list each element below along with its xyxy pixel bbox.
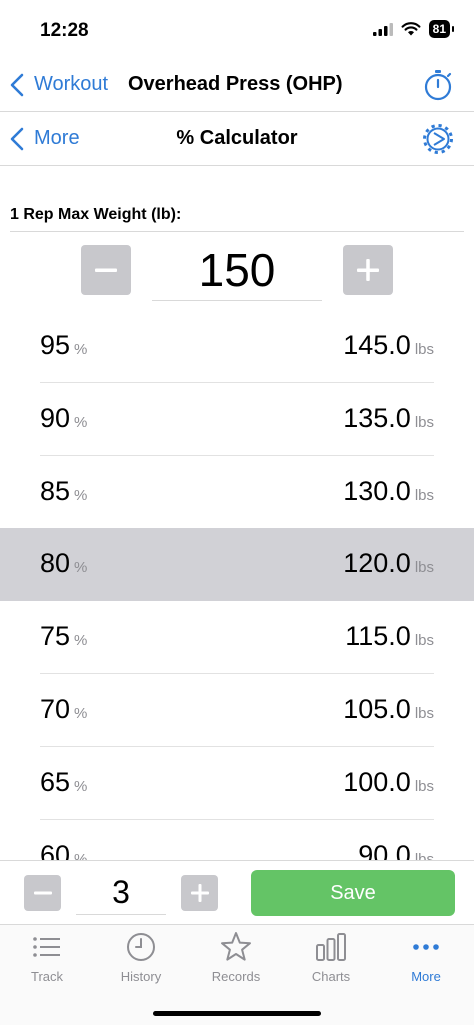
reps-action-bar: 3 Save: [0, 860, 474, 924]
back-to-more-button[interactable]: More: [10, 112, 80, 165]
percent-value: 90%: [40, 403, 88, 433]
tab-label: History: [120, 969, 162, 984]
weight-value: 90.0 lbs: [358, 840, 434, 860]
tab-bar: Track History Records Charts More: [0, 924, 474, 1025]
weight-value: 145.0 lbs: [343, 330, 434, 360]
settings-icon[interactable]: [422, 123, 454, 155]
tab-label: Track: [30, 969, 64, 984]
bar-chart-icon: [316, 933, 346, 961]
wifi-icon: [401, 22, 421, 36]
list-item[interactable]: 65% 100.0 lbs: [0, 747, 474, 820]
cellular-signal-icon: [372, 23, 393, 36]
increase-reps-button[interactable]: [181, 875, 218, 911]
tab-label: Records: [211, 969, 261, 984]
list-item-selected[interactable]: 80% 120.0 lbs: [0, 528, 474, 601]
star-icon: [221, 932, 251, 961]
back-label: More: [34, 127, 80, 149]
list-item[interactable]: 90% 135.0 lbs: [0, 383, 474, 456]
one-rep-max-input[interactable]: 150: [152, 241, 322, 301]
back-to-workout-button[interactable]: Workout: [10, 58, 108, 111]
more-dots-icon: [413, 944, 439, 950]
list-item[interactable]: 75% 115.0 lbs: [0, 601, 474, 674]
list-icon: [33, 937, 60, 957]
list-item[interactable]: 60% 90.0 lbs: [0, 820, 474, 860]
save-button[interactable]: Save: [251, 870, 455, 916]
plus-icon: [190, 884, 209, 902]
percent-value: 70%: [40, 694, 88, 724]
list-item[interactable]: 95% 145.0 lbs: [0, 310, 474, 383]
decrease-max-button[interactable]: [81, 245, 131, 295]
plus-icon: [357, 259, 379, 281]
exercise-title: Overhead Press (OHP): [128, 73, 343, 95]
status-bar: 12:28 81: [0, 0, 474, 58]
calculator-nav-bar: % Calculator More: [0, 112, 474, 166]
list-item[interactable]: 70% 105.0 lbs: [0, 674, 474, 747]
weight-value: 100.0 lbs: [343, 767, 434, 797]
tab-charts[interactable]: Charts: [284, 931, 378, 993]
status-time: 12:28: [40, 20, 89, 41]
percentage-list: 95% 145.0 lbs 90% 135.0 lbs 85% 130.0 lbs 8…: [0, 310, 474, 860]
clock-icon: [127, 933, 155, 961]
weight-value: 120.0 lbs: [343, 548, 434, 578]
home-indicator: [153, 1011, 321, 1016]
percent-value: 75%: [40, 621, 88, 651]
weight-value: 115.0 lbs: [345, 621, 434, 651]
tab-track[interactable]: Track: [0, 931, 94, 993]
increase-max-button[interactable]: [343, 245, 393, 295]
tab-records[interactable]: Records: [189, 931, 283, 993]
weight-value: 105.0 lbs: [343, 694, 434, 724]
stopwatch-icon[interactable]: [422, 69, 454, 101]
percent-value: 80%: [40, 548, 88, 578]
chevron-left-icon: [10, 127, 24, 150]
status-icons: 81: [372, 20, 455, 38]
tab-more[interactable]: More: [379, 931, 473, 993]
tab-label: Charts: [311, 969, 351, 984]
percent-value: 85%: [40, 476, 88, 506]
tab-label: More: [411, 969, 441, 984]
minus-icon: [95, 268, 117, 272]
minus-icon: [33, 891, 52, 895]
weight-value: 135.0 lbs: [343, 403, 434, 433]
percent-value: 95%: [40, 330, 88, 360]
back-label: Workout: [34, 73, 109, 95]
weight-value: 130.0 lbs: [343, 476, 434, 506]
chevron-left-icon: [10, 73, 24, 96]
percent-value: 65%: [40, 767, 88, 797]
workout-nav-bar: Workout Overhead Press (OHP): [0, 58, 474, 112]
one-rep-max-label: 1 Rep Max Weight (lb):: [10, 206, 182, 223]
percent-value: 60%: [40, 840, 88, 860]
divider: [10, 231, 464, 232]
list-item[interactable]: 85% 130.0 lbs: [0, 456, 474, 529]
tab-history[interactable]: History: [94, 931, 188, 993]
decrease-reps-button[interactable]: [24, 875, 61, 911]
reps-input[interactable]: 3: [76, 869, 166, 915]
battery-icon: 81: [428, 20, 455, 38]
